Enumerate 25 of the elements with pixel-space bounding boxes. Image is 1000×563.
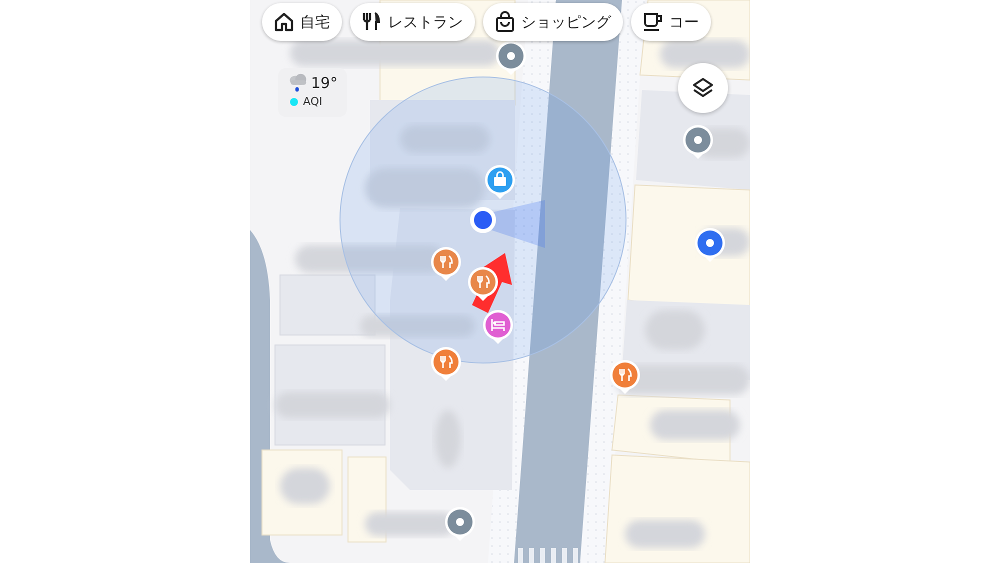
weather-widget[interactable]: 19° AQI <box>278 68 347 117</box>
aqi-label: AQI <box>303 95 322 108</box>
category-chip[interactable]: コー <box>631 3 711 41</box>
category-chip[interactable]: レストラン <box>350 3 475 41</box>
layers-icon <box>691 76 715 100</box>
restaurant-pin-icon[interactable] <box>431 347 461 381</box>
place-pin-icon[interactable] <box>445 507 475 541</box>
place-pin-icon[interactable] <box>496 41 526 75</box>
place-pin-icon[interactable] <box>683 125 713 159</box>
fork-knife-icon <box>361 11 383 33</box>
place-pin-icon[interactable] <box>695 228 725 262</box>
shopping-pin-icon[interactable] <box>485 165 515 199</box>
category-chip[interactable]: 自宅 <box>262 3 342 41</box>
current-location-dot <box>470 207 496 233</box>
temperature-text: 19° <box>311 74 338 92</box>
restaurant-pin-icon[interactable] <box>431 247 461 281</box>
restaurant-pin-icon[interactable] <box>610 360 640 394</box>
shopping-bag-icon <box>494 11 516 33</box>
restaurant-pin-icon[interactable] <box>468 267 498 301</box>
rain-cloud-icon <box>288 73 308 93</box>
home-icon <box>273 11 295 33</box>
aqi-dot-icon <box>290 98 298 106</box>
hotel-pin-icon[interactable] <box>483 310 513 344</box>
cup-icon <box>642 11 664 33</box>
category-chip[interactable]: ショッピング <box>483 3 623 41</box>
